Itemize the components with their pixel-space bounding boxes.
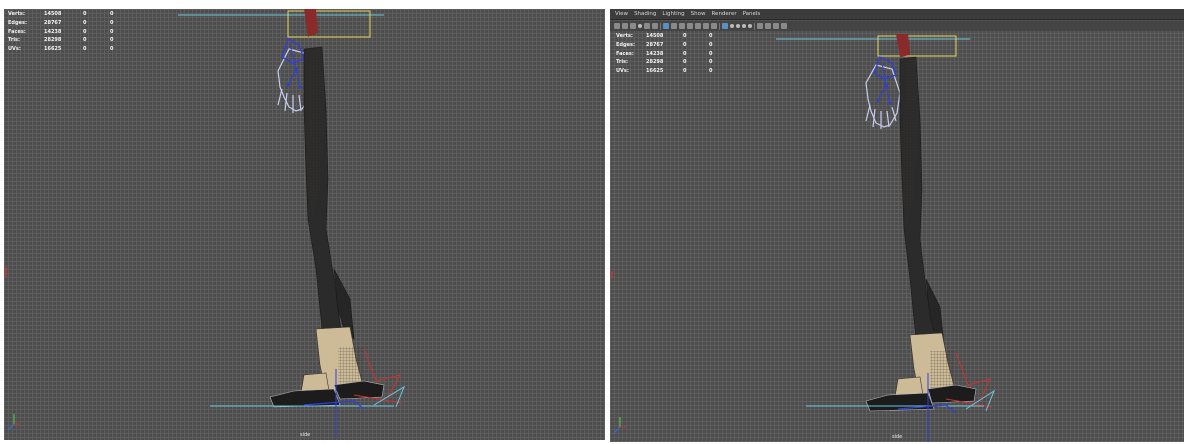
safe-title-icon[interactable] <box>711 23 717 29</box>
hud-row-verts: Verts: 14508 0 0 <box>8 11 114 18</box>
menu-view[interactable]: View <box>615 9 628 19</box>
hud-row-uvs: UVs: 16625 0 0 <box>616 68 713 75</box>
ambient-occlusion-icon[interactable] <box>781 23 787 29</box>
coat-hem <box>304 9 318 37</box>
textured-icon[interactable] <box>736 24 740 28</box>
grid-toggle-icon[interactable] <box>663 23 669 29</box>
menu-show[interactable]: Show <box>691 9 706 19</box>
viewport-right[interactable]: View Shading Lighting Show Renderer Pane… <box>610 9 1184 442</box>
poly-count-hud: Verts: 14508 0 0 Edges: 28767 0 0 Faces: 14238 0… <box>616 32 729 75</box>
menu-lighting[interactable]: Lighting <box>662 9 684 19</box>
poly-count-hud: Verts: 14508 0 0 Edges: 28767 0 0 Faces: 14238 0… <box>8 10 130 53</box>
menu-panels[interactable]: Panels <box>743 9 761 19</box>
hud-row-edges: Edges: 28767 0 0 <box>616 42 713 49</box>
xray-icon[interactable] <box>765 23 771 29</box>
hand-wireframe <box>865 56 901 129</box>
camera-attributes-icon[interactable] <box>622 23 628 29</box>
panel-menu-bar: View Shading Lighting Show Renderer Pane… <box>610 9 1184 20</box>
axis-gizmo <box>613 417 626 434</box>
hud-row-edges: Edges: 28767 0 0 <box>8 20 114 27</box>
menu-shading[interactable]: Shading <box>634 9 656 19</box>
character-legs-model[interactable] <box>4 9 605 440</box>
select-camera-icon[interactable] <box>614 23 620 29</box>
hud-row-faces: Faces: 14238 0 0 <box>8 28 114 35</box>
camera-label: side <box>892 434 903 440</box>
panel-toolbar <box>610 21 1184 31</box>
menu-renderer[interactable]: Renderer <box>711 9 736 19</box>
field-chart-icon[interactable] <box>695 23 701 29</box>
safe-action-icon[interactable] <box>703 23 709 29</box>
camera-label: side <box>300 432 311 438</box>
lights-icon[interactable] <box>742 24 746 28</box>
grease-pencil-icon[interactable] <box>652 23 658 29</box>
image-plane-icon[interactable] <box>638 24 642 28</box>
hud-row-verts: Verts: 14508 0 0 <box>616 33 713 40</box>
toolbar-divider <box>660 22 661 30</box>
hud-row-uvs: UVs: 16625 0 0 <box>8 46 114 53</box>
shoe-left <box>269 388 341 408</box>
resolution-gate-icon[interactable] <box>679 23 685 29</box>
viewport-left[interactable]: Verts: 14508 0 0 Edges: 28767 0 0 Faces: 14238 0… <box>4 9 605 440</box>
toolbar-divider <box>719 22 720 30</box>
isolate-select-icon[interactable] <box>757 23 763 29</box>
hud-row-tris: Tris: 28298 0 0 <box>616 59 713 66</box>
film-gate-icon[interactable] <box>671 23 677 29</box>
hud-row-faces: Faces: 14238 0 0 <box>616 50 713 57</box>
shadows-icon[interactable] <box>748 24 752 28</box>
bookmark-icon[interactable] <box>630 23 636 29</box>
axis-gizmo <box>7 414 20 431</box>
wireframe-shaded-icon[interactable] <box>722 23 728 29</box>
toolbar-divider <box>754 22 755 30</box>
coat-hem <box>896 34 910 57</box>
gate-mask-icon[interactable] <box>687 23 693 29</box>
smooth-shade-icon[interactable] <box>730 24 734 28</box>
two-d-pan-icon[interactable] <box>644 23 650 29</box>
hud-row-tris: Tris: 28298 0 0 <box>8 37 114 44</box>
xray-joints-icon[interactable] <box>773 23 779 29</box>
